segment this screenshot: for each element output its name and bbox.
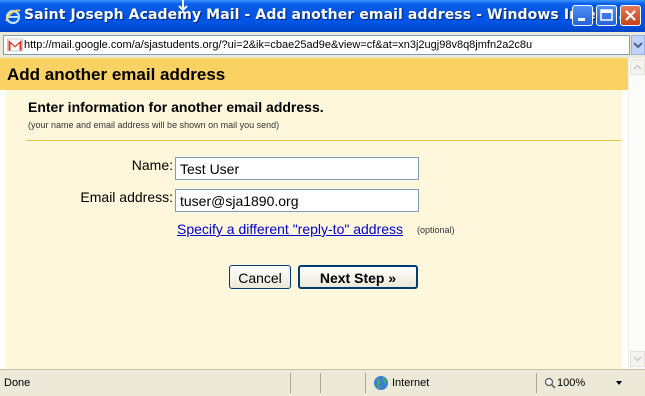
email-label: Email address: — [80, 189, 173, 205]
status-text: Done — [4, 377, 31, 389]
security-zone-text: Internet — [392, 377, 430, 389]
dialog-header: Add another email address — [0, 58, 628, 90]
internet-explorer-icon — [5, 9, 21, 25]
status-separator — [365, 373, 366, 393]
status-separator — [290, 373, 291, 393]
maximize-icon — [600, 9, 613, 21]
status-separator — [536, 373, 537, 393]
chevron-down-icon[interactable] — [615, 379, 623, 387]
instruction-text: Enter information for another email addr… — [28, 99, 324, 115]
reply-to-link[interactable]: Specify a different "reply-to" address — [177, 221, 403, 237]
name-input[interactable] — [175, 157, 419, 180]
mouse-cursor-icon — [178, 0, 188, 12]
address-bar: http://mail.google.com/a/sjastudents.org… — [0, 32, 645, 58]
page-content: Add another email address Enter informat… — [0, 58, 628, 369]
status-separator — [320, 373, 321, 393]
cancel-button[interactable]: Cancel — [229, 265, 291, 289]
minimize-icon — [578, 18, 585, 21]
optional-note: (optional) — [417, 225, 455, 235]
divider — [26, 140, 621, 141]
address-dropdown-button[interactable] — [631, 35, 645, 55]
email-input[interactable] — [175, 189, 419, 212]
window-title: Saint Joseph Academy Mail - Add another … — [24, 7, 629, 23]
name-label: Name: — [131, 157, 173, 173]
close-icon — [625, 10, 636, 21]
chevron-down-icon — [633, 42, 643, 49]
chevron-down-icon — [633, 356, 642, 362]
scroll-up-button[interactable] — [630, 59, 645, 75]
vertical-scrollbar[interactable] — [628, 58, 645, 369]
status-bar: Done Internet 100% — [0, 369, 645, 396]
zoom-icon[interactable] — [544, 377, 556, 389]
gmail-icon — [7, 38, 23, 52]
instruction-subtext: (your name and email address will be sho… — [28, 120, 280, 130]
next-step-button[interactable]: Next Step » — [298, 265, 418, 289]
maximize-button[interactable] — [596, 5, 617, 26]
chevron-up-icon — [633, 64, 642, 70]
url-field[interactable]: http://mail.google.com/a/sjastudents.org… — [3, 35, 630, 55]
minimize-button[interactable] — [572, 5, 593, 26]
scroll-down-button[interactable] — [630, 351, 645, 367]
close-button[interactable] — [620, 5, 641, 26]
zoom-level[interactable]: 100% — [557, 377, 585, 389]
globe-icon — [374, 376, 388, 390]
title-bar[interactable]: Saint Joseph Academy Mail - Add another … — [0, 0, 645, 32]
url-text: http://mail.google.com/a/sjastudents.org… — [24, 39, 533, 51]
dialog-heading: Add another email address — [7, 65, 226, 84]
